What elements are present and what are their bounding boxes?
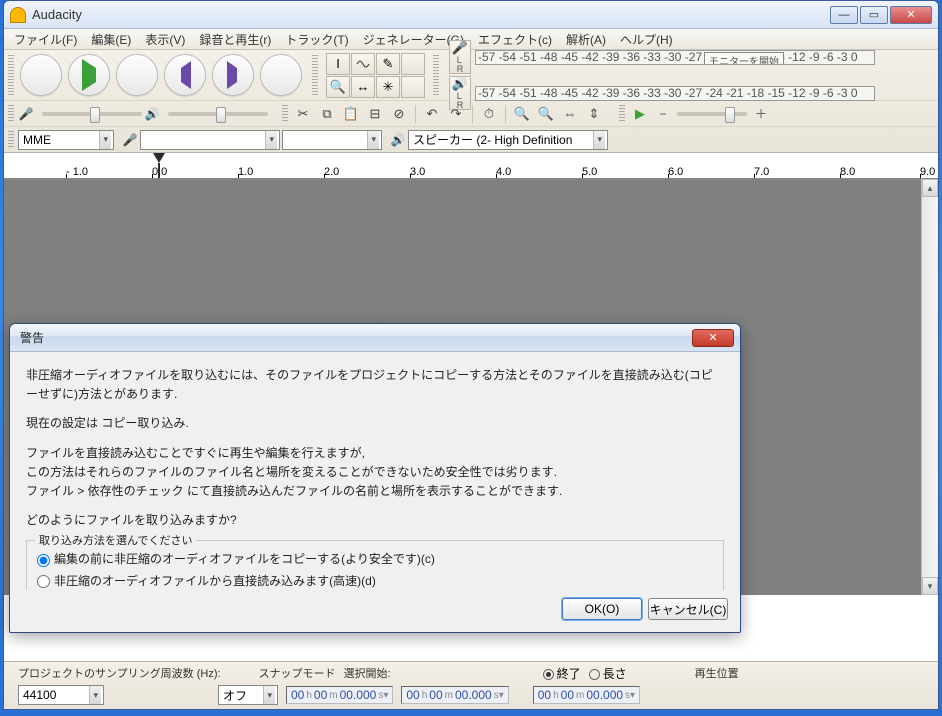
warning-dialog: 警告 ✕ 非圧縮オーディオファイルを取り込むには、そのファイルをプロジェクトにコ… — [9, 323, 741, 633]
dialog-body: 非圧縮オーディオファイルを取り込むには、そのファイルをプロジェクトにコピーする方… — [10, 352, 740, 590]
option-direct[interactable]: 非圧縮のオーディオファイルから直接読み込みます(高速)(d) — [37, 571, 713, 591]
fieldset-legend: 取り込み方法を選んでください — [35, 533, 196, 551]
modal-overlay: 警告 ✕ 非圧縮オーディオファイルを取り込むには、そのファイルをプロジェクトにコ… — [0, 0, 942, 716]
option-copy-radio[interactable] — [37, 554, 50, 567]
dialog-close-button[interactable]: ✕ — [692, 329, 734, 347]
dialog-text: 現在の設定は コピー取り込み. — [26, 414, 724, 433]
dialog-titlebar[interactable]: 警告 ✕ — [10, 324, 740, 352]
option-direct-radio[interactable] — [37, 575, 50, 588]
dialog-title: 警告 — [16, 329, 692, 346]
dialog-text: ファイルを直接読み込むことですぐに再生や編集を行えますが, この方法はそれらのフ… — [26, 444, 724, 502]
ok-button[interactable]: OK(O) — [562, 598, 642, 620]
cancel-button[interactable]: キャンセル(C) — [648, 598, 728, 620]
dialog-text: 非圧縮オーディオファイルを取り込むには、そのファイルをプロジェクトにコピーする方… — [26, 366, 724, 404]
option-copy[interactable]: 編集の前に非圧縮のオーディオファイルをコピーする(より安全です)(c) — [37, 549, 713, 570]
import-method-fieldset: 取り込み方法を選んでください 編集の前に非圧縮のオーディオファイルをコピーする(… — [26, 540, 724, 590]
dialog-text: どのようにファイルを取り込みますか? — [26, 511, 724, 530]
